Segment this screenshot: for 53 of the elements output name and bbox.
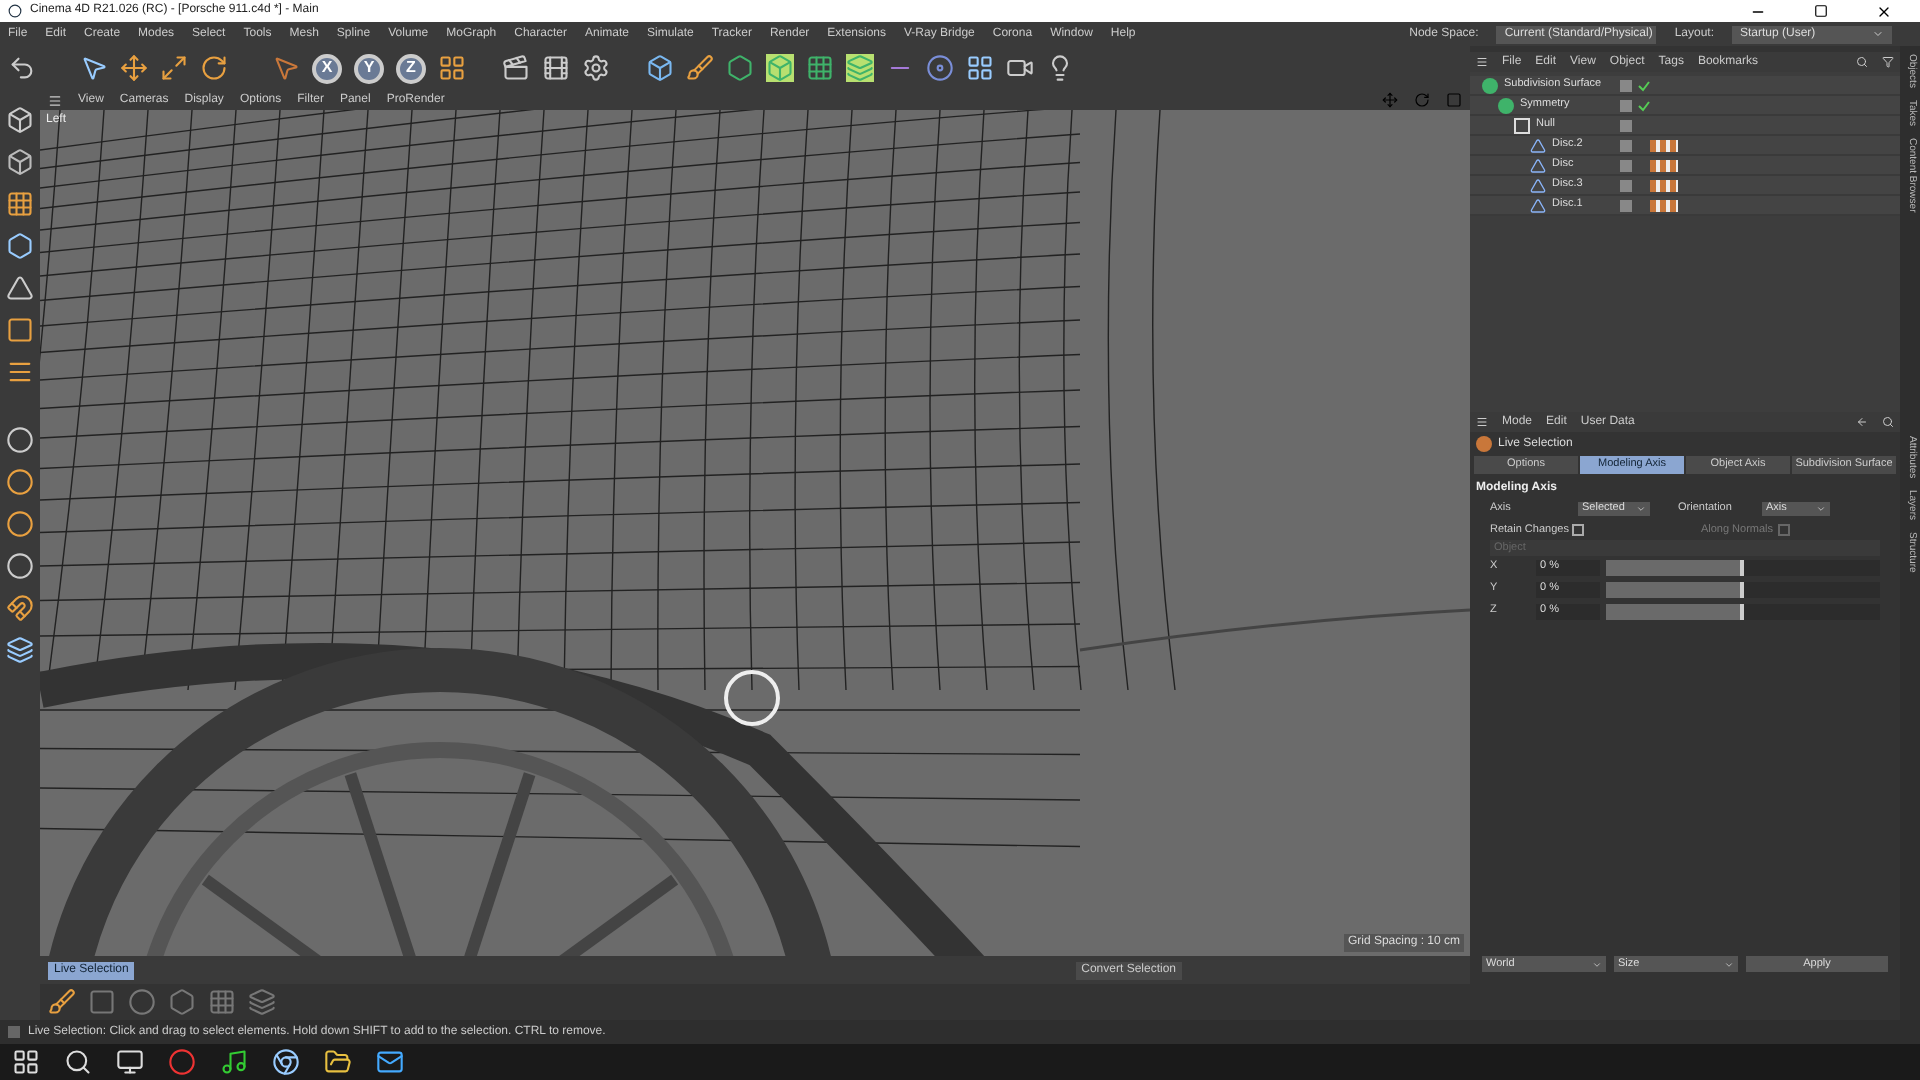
chevron-down-icon: [1816, 504, 1826, 514]
back-icon[interactable]: [1856, 416, 1868, 428]
mail-icon[interactable]: [376, 1048, 404, 1076]
folder-icon[interactable]: [324, 1048, 352, 1076]
retain-changes-checkbox[interactable]: [1572, 524, 1585, 536]
render-settings-icon[interactable]: [582, 54, 610, 82]
app-icon[interactable]: [168, 1048, 196, 1076]
axis-lock-button[interactable]: X: [312, 53, 342, 83]
slider-track[interactable]: [1606, 559, 1880, 575]
rotate-icon[interactable]: [200, 54, 228, 82]
pen-icon[interactable]: [686, 54, 714, 82]
polygons-mode-icon[interactable]: [6, 316, 34, 344]
scale-icon[interactable]: [160, 54, 188, 82]
axis-lock-button[interactable]: Y: [354, 53, 384, 83]
axis-lock-button[interactable]: Z: [396, 53, 426, 83]
chevron-down-icon: [1636, 504, 1646, 514]
search-icon[interactable]: [1882, 416, 1894, 428]
search-icon[interactable]: [64, 1048, 92, 1076]
render-view-icon[interactable]: [502, 54, 530, 82]
chevron-down-icon: [1872, 28, 1884, 40]
polygon-selection-icon[interactable]: [168, 988, 196, 1016]
menu-icon[interactable]: [1476, 56, 1488, 68]
recent-tool-icon[interactable]: [272, 54, 300, 82]
pointer-icon[interactable]: [80, 54, 108, 82]
slider-track[interactable]: [1606, 581, 1880, 597]
render-picture-viewer-icon[interactable]: [542, 54, 570, 82]
menu-icon[interactable]: [1476, 416, 1488, 428]
search-icon[interactable]: [1856, 56, 1868, 68]
app-logo-icon: [8, 4, 22, 18]
music-app-icon[interactable]: [220, 1048, 248, 1076]
undo-icon[interactable]: [8, 54, 36, 82]
slider-track[interactable]: [1606, 603, 1880, 619]
layers-icon[interactable]: [6, 636, 34, 664]
menu-icon[interactable]: [48, 93, 62, 107]
move-icon[interactable]: [120, 54, 148, 82]
camera-icon[interactable]: [1006, 54, 1034, 82]
maximize-icon[interactable]: [1814, 4, 1828, 18]
rectangle-selection-icon[interactable]: [88, 988, 116, 1016]
browser-icon[interactable]: [272, 1048, 300, 1076]
chevron-down-icon: [1592, 959, 1602, 969]
filter-icon[interactable]: [1882, 56, 1894, 68]
model-mode-icon[interactable]: [6, 148, 34, 176]
close-icon[interactable]: [1876, 3, 1892, 19]
magnet-icon[interactable]: [6, 594, 34, 622]
cube-icon[interactable]: [646, 54, 674, 82]
light-icon[interactable]: [1046, 54, 1074, 82]
selection-cursor-icon: [724, 670, 780, 726]
null-object-icon: [1514, 117, 1530, 133]
chevron-down-icon: [1724, 959, 1734, 969]
live-selection-icon[interactable]: [48, 988, 76, 1016]
toggle-view-icon[interactable]: [1446, 92, 1462, 108]
tool-icon: [1476, 436, 1492, 452]
windows-start-icon[interactable]: [12, 1048, 40, 1076]
